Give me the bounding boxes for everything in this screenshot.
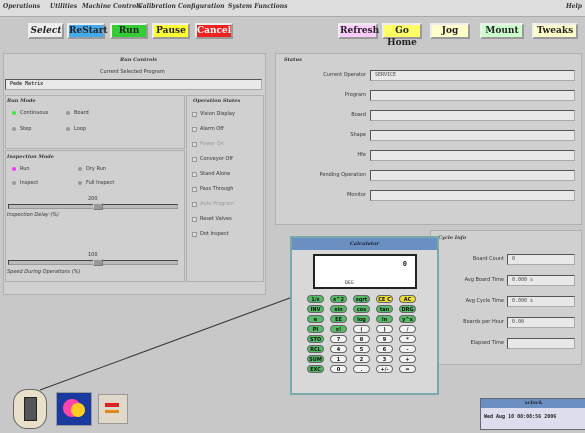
calc-key[interactable]: INV: [307, 305, 324, 313]
calc-key[interactable]: -: [399, 345, 416, 353]
calc-key[interactable]: PI: [307, 325, 324, 333]
calc-key[interactable]: /: [399, 325, 416, 333]
clock-window: xclock Wed Aug 10 08:08:56 2006: [480, 398, 585, 430]
calc-key[interactable]: 7: [330, 335, 347, 343]
calc-key[interactable]: +: [399, 355, 416, 363]
calc-key[interactable]: tan: [376, 305, 393, 313]
calc-key[interactable]: y^x: [399, 315, 416, 323]
calc-key[interactable]: ln: [376, 315, 393, 323]
calc-key[interactable]: 4: [330, 345, 347, 353]
calc-key[interactable]: SUM: [307, 355, 324, 363]
calculator-glyph-icon: [24, 397, 37, 421]
calc-key[interactable]: log: [353, 315, 370, 323]
calc-key[interactable]: 8: [353, 335, 370, 343]
calc-key[interactable]: .: [353, 365, 370, 373]
calc-key[interactable]: EE: [330, 315, 347, 323]
calc-key[interactable]: x^2: [330, 295, 347, 303]
calculator-mode: DEG: [345, 280, 354, 285]
calc-key[interactable]: AC: [399, 295, 416, 303]
calc-key[interactable]: 0: [330, 365, 347, 373]
calc-key[interactable]: x!: [330, 325, 347, 333]
calc-key[interactable]: 1/x: [307, 295, 324, 303]
calc-key[interactable]: sin: [330, 305, 347, 313]
calculator-value: 0: [402, 260, 407, 268]
calc-key[interactable]: 5: [353, 345, 370, 353]
calc-key[interactable]: =: [399, 365, 416, 373]
doc-stripe-icon: [105, 403, 119, 407]
calculator-display: 0 DEG: [313, 254, 417, 289]
calc-key[interactable]: DRG: [399, 305, 416, 313]
calc-key[interactable]: e: [307, 315, 324, 323]
calc-key[interactable]: 2: [353, 355, 370, 363]
calc-key[interactable]: STO: [307, 335, 324, 343]
calculator-launcher-icon[interactable]: [13, 389, 47, 429]
calculator-title: Calculator: [292, 238, 437, 250]
doc-stripe2-icon: [105, 410, 119, 413]
calc-key[interactable]: 6: [376, 345, 393, 353]
calc-key[interactable]: +/-: [376, 365, 393, 373]
calc-key[interactable]: 3: [376, 355, 393, 363]
calc-key[interactable]: *: [399, 335, 416, 343]
document-app-icon[interactable]: [98, 394, 128, 424]
calculator-window[interactable]: Calculator 0 DEG 1/x x^2 sqrt CE C AC INV sin c…: [290, 236, 439, 395]
calc-key[interactable]: 9: [376, 335, 393, 343]
calc-key[interactable]: cos: [353, 305, 370, 313]
paint-app-icon[interactable]: [56, 392, 92, 426]
calc-key[interactable]: (: [353, 325, 370, 333]
calc-key[interactable]: ): [376, 325, 393, 333]
calc-key[interactable]: CE C: [376, 295, 393, 303]
clock-title: xclock: [481, 399, 585, 408]
paint-blob2-icon: [71, 403, 85, 417]
clock-text: Wed Aug 10 08:08:56 2006: [484, 414, 557, 420]
calc-key[interactable]: EXC: [307, 365, 324, 373]
calc-key[interactable]: 1: [330, 355, 347, 363]
calc-key[interactable]: sqrt: [353, 295, 370, 303]
calc-key[interactable]: RCL: [307, 345, 324, 353]
